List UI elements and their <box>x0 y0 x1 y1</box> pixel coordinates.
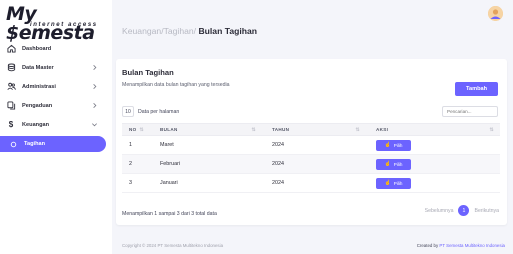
sort-icon: ⇅ <box>139 127 144 133</box>
table-row: 3 Januari 2024 ☝ Pilih <box>122 174 500 193</box>
search-input[interactable] <box>442 106 498 117</box>
pointer-icon: ☝ <box>384 161 391 167</box>
sidebar: My $emesta internet access Dashboard Dat… <box>0 0 112 254</box>
table-header: NO ⇅ BULAN ⇅ TAHUN ⇅ AKSI ⇅ <box>122 123 500 136</box>
sidebar-item-administrasi[interactable]: Administrasi <box>0 77 112 96</box>
copy-icon <box>6 101 16 111</box>
column-header-no[interactable]: NO ⇅ <box>122 124 150 135</box>
column-header-aksi[interactable]: AKSI ⇅ <box>366 124 500 135</box>
page-subtitle: Menampilkan data bulan tagihan yang ters… <box>122 82 230 88</box>
sidebar-item-pengaduan[interactable]: Pengaduan <box>0 96 112 115</box>
page-length-select[interactable]: 10 <box>122 106 134 117</box>
pagination-next[interactable]: Berikutnya <box>474 208 499 214</box>
sidebar-item-label: Data Master <box>22 64 54 71</box>
circle-icon <box>8 139 18 149</box>
breadcrumb: Keuangan/Tagihan/ Bulan Tagihan <box>122 26 257 36</box>
cell-no: 1 <box>129 142 132 148</box>
cell-no: 3 <box>129 180 132 186</box>
cell-tahun: 2024 <box>272 142 284 148</box>
pointer-icon: ☝ <box>384 180 391 186</box>
pagination: Sebelumnya 1 Berikutnya <box>425 205 499 216</box>
pilih-button[interactable]: ☝ Pilih <box>376 177 411 189</box>
sidebar-nav: Dashboard Data Master Administrasi Penga… <box>0 39 112 152</box>
column-header-bulan[interactable]: BULAN ⇅ <box>150 124 262 135</box>
sidebar-item-label: Keuangan <box>22 121 50 128</box>
chevron-down-icon <box>92 123 97 127</box>
page-title: Bulan Tagihan <box>122 68 174 77</box>
dollar-icon: $ <box>8 120 14 129</box>
footer-brand-link[interactable]: PT Semesta Multitekno Indonesia <box>439 243 505 248</box>
chevron-right-icon <box>93 84 97 89</box>
breadcrumb-keuangan[interactable]: Keuangan/ <box>122 26 164 36</box>
sidebar-item-label: Tagihan <box>24 141 46 147</box>
table-info: Menampilkan 1 sampai 3 dari 3 total data <box>122 211 217 217</box>
cell-bulan: Januari <box>160 180 178 186</box>
sidebar-item-tagihan[interactable]: Tagihan <box>0 136 106 152</box>
cell-no: 2 <box>129 161 132 167</box>
sort-icon: ⇅ <box>355 127 360 133</box>
cell-tahun: 2024 <box>272 161 284 167</box>
pagination-prev[interactable]: Sebelumnya <box>425 208 454 214</box>
bulan-tagihan-card: Bulan Tagihan Menampilkan data bulan tag… <box>116 59 507 225</box>
sort-icon: ⇅ <box>251 127 256 133</box>
footer-credit: Created by PT Semesta Multitekno Indones… <box>416 243 505 248</box>
sidebar-item-label: Dashboard <box>22 45 52 52</box>
avatar[interactable] <box>488 6 503 21</box>
pilih-button[interactable]: ☝ Pilih <box>376 139 411 151</box>
cell-bulan: Februari <box>160 161 181 167</box>
sort-icon: ⇅ <box>489 127 494 133</box>
sidebar-item-label: Administrasi <box>22 83 56 90</box>
database-icon <box>6 63 16 73</box>
column-header-tahun[interactable]: TAHUN ⇅ <box>262 124 366 135</box>
table-row: 2 Februari 2024 ☝ Pilih <box>122 155 500 174</box>
page-length-control: 10 Data per halaman <box>122 106 179 117</box>
cell-tahun: 2024 <box>272 180 284 186</box>
pilih-button[interactable]: ☝ Pilih <box>376 158 411 170</box>
page-length-label: Data per halaman <box>138 108 180 115</box>
pointer-icon: ☝ <box>384 142 391 148</box>
breadcrumb-current: Bulan Tagihan <box>198 26 258 36</box>
footer-copyright: Copyright © 2024 PT Semesta Multitekno I… <box>122 243 224 248</box>
pagination-page-1[interactable]: 1 <box>458 205 470 216</box>
sidebar-item-label: Pengaduan <box>22 102 53 109</box>
data-table: NO ⇅ BULAN ⇅ TAHUN ⇅ AKSI ⇅ 1 Maret 2024 ☝ Pi… <box>122 123 500 193</box>
home-icon <box>6 44 16 54</box>
add-button[interactable]: Tambah <box>455 82 498 96</box>
sidebar-item-keuangan[interactable]: $ Keuangan <box>0 115 112 134</box>
table-row: 1 Maret 2024 ☝ Pilih <box>122 136 500 155</box>
users-icon <box>6 82 16 92</box>
cell-bulan: Maret <box>160 142 174 148</box>
chevron-right-icon <box>93 65 97 70</box>
sidebar-item-dashboard[interactable]: Dashboard <box>0 39 112 58</box>
sidebar-item-data-master[interactable]: Data Master <box>0 58 112 77</box>
brand-tagline: internet access <box>30 22 98 28</box>
chevron-right-icon <box>93 103 97 108</box>
brand-logo[interactable]: My $emesta internet access <box>6 5 110 43</box>
breadcrumb-tagihan[interactable]: Tagihan/ <box>164 26 197 36</box>
